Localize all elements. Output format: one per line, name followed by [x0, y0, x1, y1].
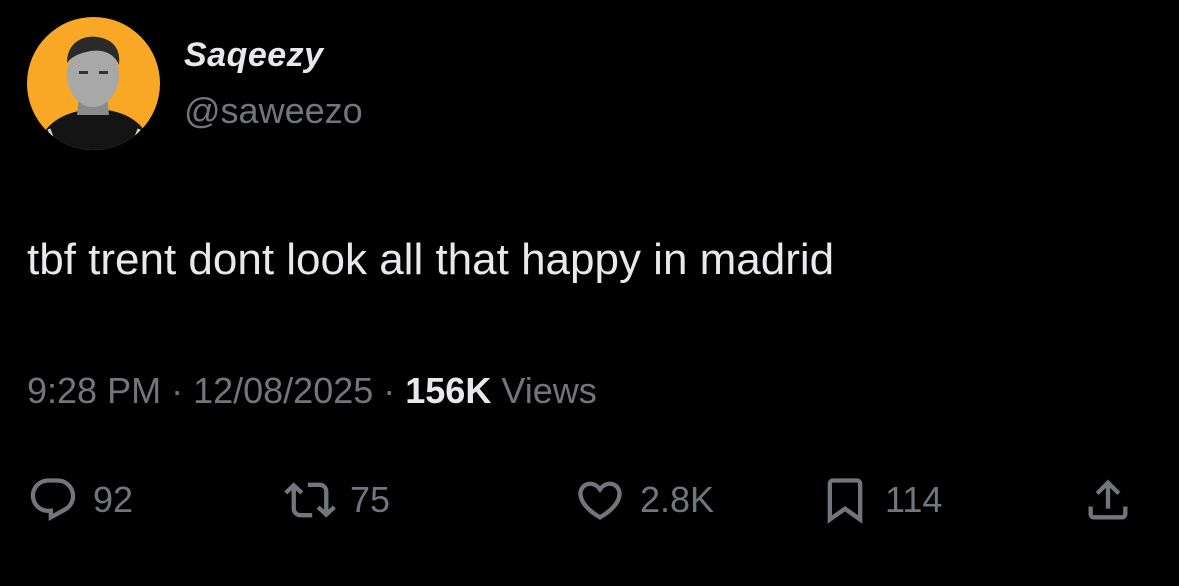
- views-label: Views: [491, 370, 597, 411]
- repost-icon: [284, 482, 336, 518]
- tweet-time[interactable]: 9:28 PM: [27, 370, 161, 411]
- meta-separator: ·: [373, 370, 406, 411]
- author-handle[interactable]: @saweezo: [184, 93, 363, 129]
- tweet-date[interactable]: 12/08/2025: [193, 370, 373, 411]
- like-count: 2.8K: [640, 479, 715, 520]
- share-icon: [1088, 479, 1128, 520]
- avatar[interactable]: [27, 17, 160, 150]
- repost-button[interactable]: 75: [284, 470, 390, 530]
- meta-separator: ·: [161, 370, 194, 411]
- avatar-image: [27, 17, 160, 150]
- action-bar: 92 75 2.8K 114: [0, 470, 1179, 530]
- views-count: 156K: [405, 370, 492, 411]
- bookmark-button[interactable]: 114: [819, 470, 942, 530]
- bookmark-count: 114: [885, 479, 943, 520]
- author-display-name[interactable]: Saqeezy: [184, 38, 324, 72]
- repost-count: 75: [350, 479, 391, 520]
- reply-count: 92: [93, 479, 134, 520]
- tweet-text: tbf trent dont look all that happy in ma…: [27, 235, 835, 284]
- bookmark-icon: [827, 478, 863, 524]
- like-icon: [578, 481, 622, 520]
- share-button[interactable]: [1082, 470, 1134, 530]
- like-button[interactable]: 2.8K: [574, 470, 714, 530]
- reply-icon: [30, 478, 76, 522]
- tweet-meta: 9:28 PM · 12/08/2025 · 156K Views: [27, 373, 597, 409]
- reply-button[interactable]: 92: [27, 470, 133, 530]
